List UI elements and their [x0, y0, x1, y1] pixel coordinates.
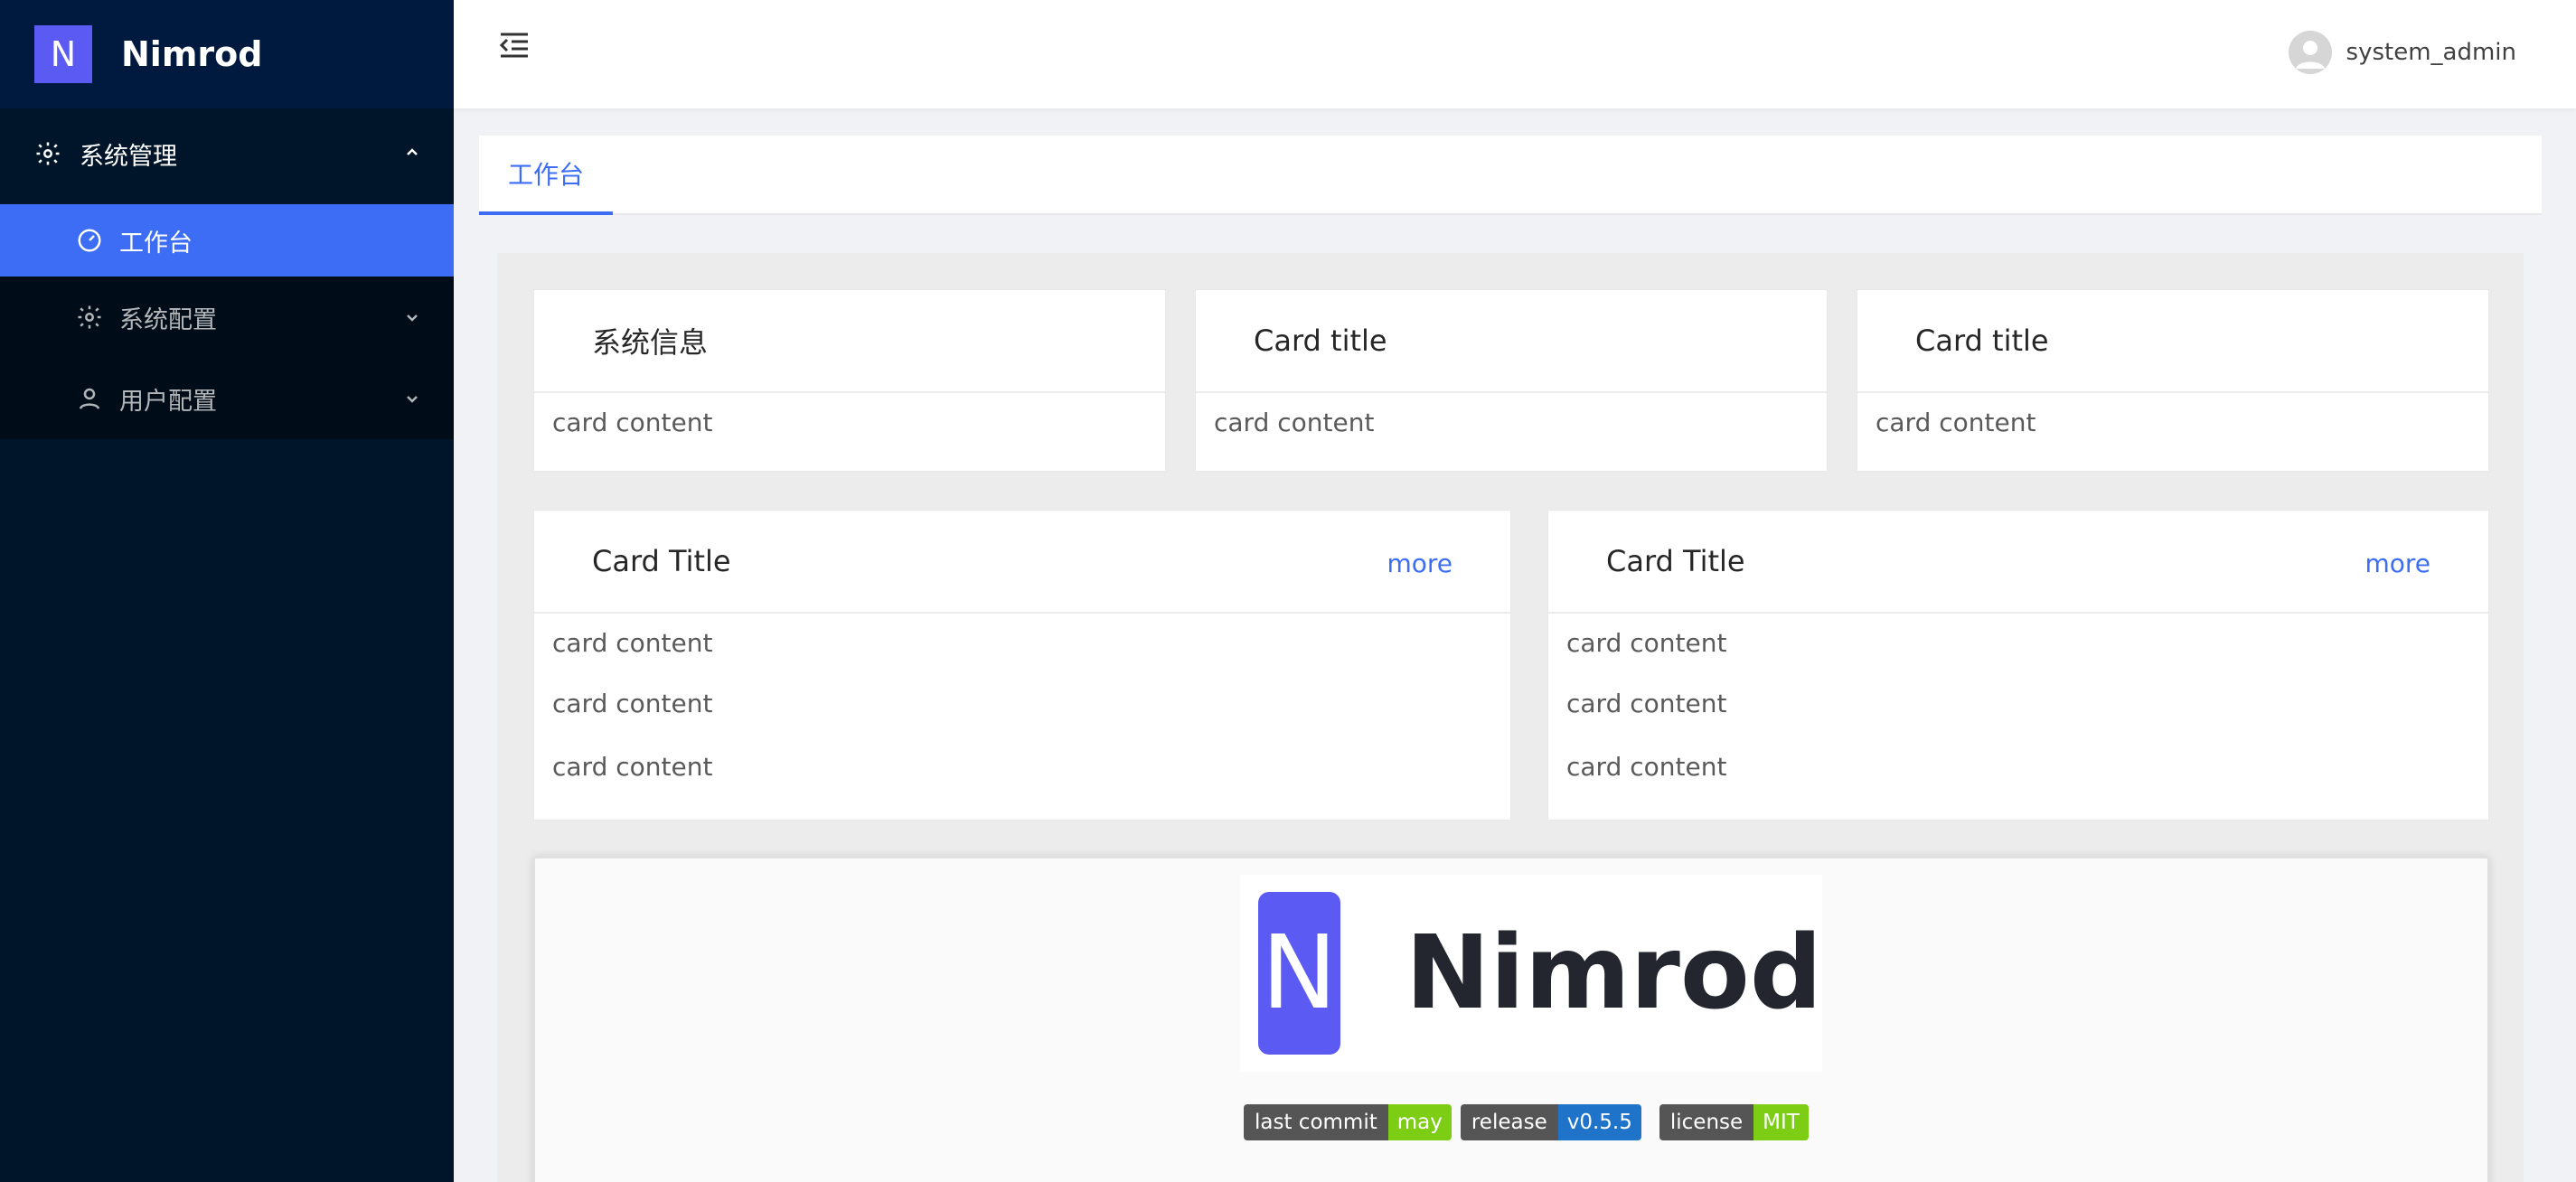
card-title: Card title	[1857, 290, 2488, 393]
dashboard-icon	[76, 227, 103, 254]
tab-workbench[interactable]: 工作台	[479, 136, 613, 215]
menu-fold-icon[interactable]	[497, 29, 531, 63]
badge-value: MIT	[1753, 1104, 1809, 1140]
list-item: card content	[552, 751, 713, 782]
gear-icon	[76, 304, 103, 331]
badge-release[interactable]: release v0.5.5	[1460, 1104, 1641, 1140]
user-menu[interactable]: system_admin	[2288, 31, 2516, 74]
badge-value: may	[1387, 1104, 1452, 1140]
badge-license[interactable]: license MIT	[1659, 1104, 1809, 1140]
chevron-down-icon	[403, 390, 421, 408]
sidebar-item-workbench[interactable]: 工作台	[0, 204, 454, 277]
username: system_admin	[2346, 39, 2516, 66]
card-title: 系统信息	[534, 290, 1165, 393]
card-title: Card Title	[1606, 544, 1745, 578]
tabs-bar: 工作台	[479, 136, 2542, 215]
badge-label: release	[1460, 1104, 1558, 1140]
chevron-down-icon	[403, 309, 421, 327]
submenu: 工作台 系统配置 用户配置	[0, 204, 454, 439]
main-content: 系统信息 card content Card title card conten…	[497, 253, 2524, 1182]
card-content: card content	[552, 407, 713, 437]
sidebar-item-label: 系统配置	[119, 305, 217, 334]
sidebar-item-user-config[interactable]: 用户配置	[0, 358, 454, 439]
badge-last-commit[interactable]: last commit may	[1244, 1104, 1452, 1140]
app-name: Nimrod	[121, 34, 263, 74]
card-header: Card Title more	[1548, 511, 2488, 614]
badge-label: license	[1659, 1104, 1754, 1140]
app-logo[interactable]: N Nimrod	[0, 0, 454, 108]
badge-label: last commit	[1244, 1104, 1388, 1140]
list-item: card content	[1566, 627, 1727, 658]
menu-group-system-management[interactable]: 系统管理	[0, 108, 454, 199]
badges: last commit may release v0.5.5 license M…	[1244, 1104, 1818, 1140]
card-content: card content	[1876, 407, 2036, 437]
card-list: Card Title more card content card conten…	[533, 510, 1511, 821]
list-item: card content	[552, 688, 713, 718]
card-system-info: 系统信息 card content	[533, 289, 1166, 472]
more-link[interactable]: more	[1387, 549, 1453, 578]
readme-card: N Nimrod last commit may release v0.5.5 …	[533, 857, 2489, 1182]
sidebar-item-system-config[interactable]: 系统配置	[0, 277, 454, 358]
chevron-up-icon	[403, 143, 421, 161]
readme-logo: N Nimrod	[1240, 875, 1822, 1072]
sidebar-item-label: 用户配置	[119, 387, 217, 416]
card-content: card content	[1214, 407, 1375, 437]
list-item: card content	[1566, 688, 1727, 718]
top-header: system_admin	[454, 0, 2576, 108]
readme-logo-mark: N	[1258, 892, 1340, 1055]
card: Card title card content	[1857, 289, 2489, 472]
card-header: Card Title more	[534, 511, 1510, 614]
user-icon	[76, 385, 103, 412]
logo-mark: N	[34, 25, 92, 83]
card-title: Card Title	[592, 544, 731, 578]
readme-logo-text: Nimrod	[1405, 915, 1822, 1032]
card-list: Card Title more card content card conten…	[1547, 510, 2489, 821]
badge-value: v0.5.5	[1557, 1104, 1641, 1140]
menu-group-label: 系统管理	[80, 142, 177, 171]
list-item: card content	[552, 627, 713, 658]
gear-icon	[34, 140, 61, 167]
card-title: Card title	[1196, 290, 1827, 393]
more-link[interactable]: more	[2364, 549, 2430, 578]
card: Card title card content	[1195, 289, 1828, 472]
avatar	[2288, 31, 2332, 74]
sidebar-item-label: 工作台	[119, 229, 193, 258]
list-item: card content	[1566, 751, 1727, 782]
sidebar: N Nimrod 系统管理 工作台 系统配置 用户配置	[0, 0, 454, 1182]
